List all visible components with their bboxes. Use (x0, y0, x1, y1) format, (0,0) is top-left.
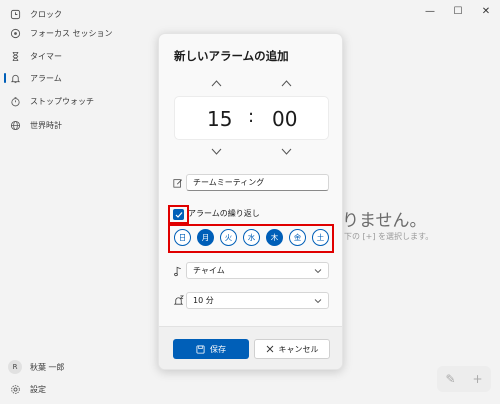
title-bar-controls: — ☐ ✕ (416, 0, 500, 22)
hour-value[interactable]: 15 (207, 107, 232, 131)
hour-up-button[interactable] (209, 78, 223, 88)
sidebar-item-focus[interactable]: フォーカス セッション (4, 22, 152, 44)
chevron-down-icon (281, 148, 291, 155)
chevron-down-icon (314, 269, 322, 274)
cancel-button[interactable]: キャンセル (254, 339, 330, 359)
close-icon (266, 345, 273, 353)
sidebar-item-label: アラーム (30, 73, 62, 83)
globe-icon (8, 118, 22, 132)
minimize-button[interactable]: — (416, 0, 444, 22)
time-separator: : (248, 106, 255, 127)
user-name: 秋葉 一郎 (30, 362, 65, 372)
dialog-title: 新しいアラームの追加 (174, 49, 289, 63)
repeat-label: アラームの繰り返し (188, 209, 260, 218)
minute-up-button[interactable] (279, 78, 293, 88)
minute-down-button[interactable] (279, 146, 293, 156)
sidebar-item-alarm[interactable]: アラーム (4, 67, 152, 89)
bell-icon (8, 71, 22, 85)
stopwatch-icon (8, 94, 22, 108)
alarm-name-input[interactable]: チームミーティング (186, 174, 329, 191)
add-alarm-dialog: 新しいアラームの追加 15 : 00 チームミーティング アラームの繰り返し 日… (158, 33, 343, 370)
cancel-label: キャンセル (278, 344, 319, 354)
time-picker: 15 : 00 (174, 96, 329, 140)
chevron-up-icon (211, 79, 221, 86)
empty-state-subtitle: 下の [+] を選択します。 (344, 232, 434, 241)
add-alarm-button[interactable]: + (472, 372, 482, 386)
edit-icon[interactable]: ✎ (445, 372, 455, 386)
gear-icon (8, 382, 22, 396)
sidebar-item-label: クロック (30, 9, 62, 19)
sidebar-item-settings[interactable]: 設定 (4, 378, 152, 400)
chevron-up-icon (281, 79, 291, 86)
avatar: R (8, 360, 22, 374)
snooze-select[interactable]: 10 分 (186, 292, 329, 309)
empty-state-title: りません。 (342, 211, 427, 231)
sidebar-user-account[interactable]: R 秋葉 一郎 (4, 356, 152, 378)
save-icon (196, 344, 205, 354)
close-button[interactable]: ✕ (472, 0, 500, 22)
sidebar-item-stopwatch[interactable]: ストップウォッチ (4, 90, 152, 112)
sidebar-item-label: フォーカス セッション (30, 28, 113, 38)
chevron-down-icon (211, 148, 221, 155)
maximize-button[interactable]: ☐ (444, 0, 472, 22)
save-label: 保存 (210, 344, 226, 354)
sidebar-item-label: タイマー (30, 51, 62, 61)
snooze-icon (172, 294, 184, 306)
sidebar-item-label: ストップウォッチ (30, 96, 94, 106)
sidebar-item-label: 世界時計 (30, 120, 62, 130)
clock-icon (8, 7, 22, 21)
alarm-action-bar: ✎ + (437, 366, 491, 392)
music-note-icon (172, 265, 184, 277)
sidebar-item-world-clock[interactable]: 世界時計 (4, 114, 152, 136)
sidebar-item-label: 設定 (30, 384, 46, 394)
hourglass-icon (8, 49, 22, 63)
clock-app-window: — ☐ ✕ クロック フォーカス セッション タイマー アラーム ストップウォッ… (0, 0, 500, 404)
save-button[interactable]: 保存 (173, 339, 249, 359)
pen-icon (172, 177, 184, 189)
sound-select[interactable]: チャイム (186, 262, 329, 279)
snooze-value: 10 分 (193, 296, 214, 305)
focus-icon (8, 26, 22, 40)
hour-down-button[interactable] (209, 146, 223, 156)
minute-value[interactable]: 00 (272, 107, 297, 131)
sidebar-item-timer[interactable]: タイマー (4, 45, 152, 67)
highlight-box-checkbox (168, 205, 189, 224)
chevron-down-icon (314, 299, 322, 304)
sidebar: クロック フォーカス セッション タイマー アラーム ストップウォッチ 世界時計… (0, 0, 155, 404)
sound-value: チャイム (193, 266, 225, 275)
highlight-box-days (168, 224, 334, 253)
dialog-footer: 保存 キャンセル (159, 326, 342, 369)
